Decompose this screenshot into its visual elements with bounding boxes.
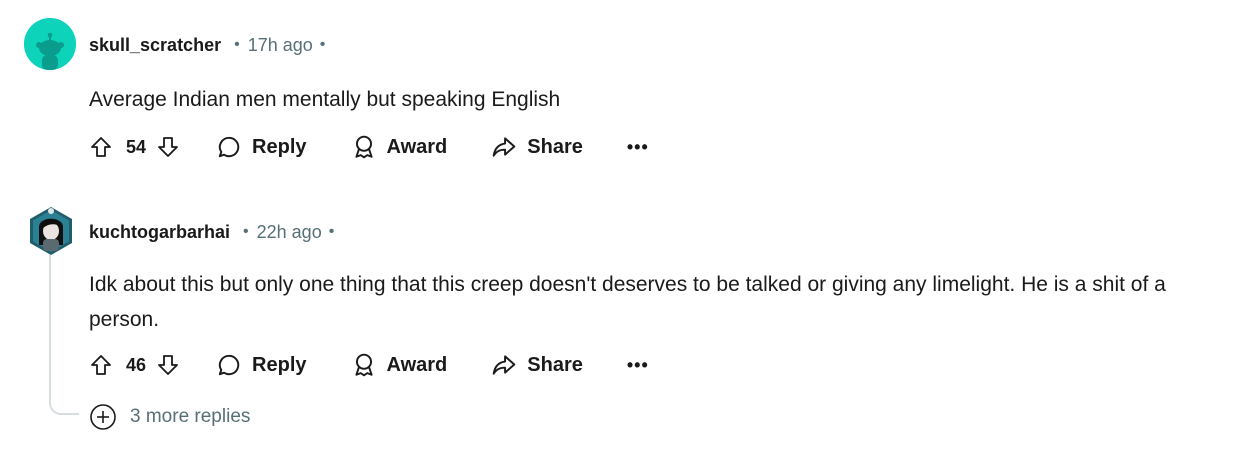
comment-thread: skull_scratcher • 17h ago • Average Indi… <box>0 0 1252 466</box>
separator-dot: • <box>234 36 240 53</box>
reply-label: Reply <box>252 353 307 376</box>
comment-actions: 46 Reply Award Share ••• <box>89 349 649 381</box>
reply-label: Reply <box>252 135 307 158</box>
downvote-icon <box>158 137 178 157</box>
award-label: Award <box>386 353 448 376</box>
share-button[interactable]: Share <box>491 131 583 163</box>
share-icon <box>492 355 516 375</box>
vote-count: 46 <box>126 354 147 375</box>
reply-button[interactable]: Reply <box>216 131 307 163</box>
comment-actions: 54 Reply Award Share ••• <box>89 131 649 163</box>
avatar[interactable] <box>24 18 76 70</box>
comment-icon <box>218 136 240 158</box>
reply-button[interactable]: Reply <box>216 349 307 381</box>
downvote-button[interactable] <box>156 131 180 163</box>
award-button[interactable]: Award <box>351 131 448 163</box>
share-button[interactable]: Share <box>491 349 583 381</box>
comment: skull_scratcher • 17h ago • Average Indi… <box>0 0 1252 185</box>
separator-dot: • <box>319 36 326 53</box>
downvote-button[interactable] <box>156 349 180 381</box>
more-options-button[interactable]: ••• <box>627 349 649 381</box>
comment-icon <box>218 354 240 376</box>
plus-circle-icon <box>90 404 116 430</box>
downvote-icon <box>158 355 178 375</box>
upvote-icon <box>91 355 111 375</box>
timestamp[interactable]: 17h ago <box>248 35 313 56</box>
upvote-icon <box>91 137 111 157</box>
more-replies-label: 3 more replies <box>130 406 251 427</box>
share-label: Share <box>527 135 583 158</box>
award-label: Award <box>386 135 448 158</box>
username[interactable]: kuchtogarbarhai <box>89 222 230 243</box>
separator-dot: • <box>328 223 335 240</box>
award-icon <box>354 135 373 159</box>
username[interactable]: skull_scratcher <box>89 35 221 56</box>
upvote-button[interactable] <box>89 131 113 163</box>
upvote-button[interactable] <box>89 349 113 381</box>
award-button[interactable]: Award <box>351 349 448 381</box>
comment-meta: kuchtogarbarhai • 22h ago • <box>89 220 334 244</box>
more-replies-button[interactable]: 3 more replies <box>89 403 250 431</box>
comment-body: Average Indian men mentally but speaking… <box>89 88 561 111</box>
vote-count: 54 <box>126 136 147 157</box>
share-icon <box>492 137 516 157</box>
separator-dot: • <box>243 223 249 240</box>
avatar[interactable] <box>28 205 74 257</box>
custom-avatar-icon <box>30 207 72 255</box>
more-options-button[interactable]: ••• <box>627 131 649 163</box>
award-icon <box>354 353 373 377</box>
comment-meta: skull_scratcher • 17h ago • <box>89 33 325 57</box>
snoo-avatar-icon <box>24 18 76 70</box>
timestamp[interactable]: 22h ago <box>257 222 322 243</box>
comment-body: Idk about this but only one thing that t… <box>89 273 1166 331</box>
share-label: Share <box>527 353 583 376</box>
